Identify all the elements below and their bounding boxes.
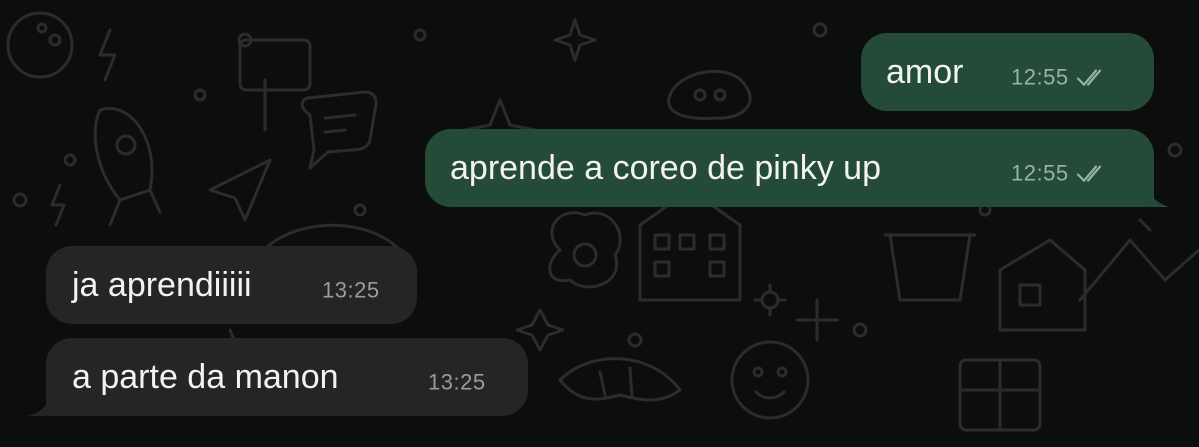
wallpaper-croissant-icon	[558, 357, 682, 402]
wallpaper-pot-icon	[883, 233, 977, 302]
message-bubble-outgoing[interactable]: amor 12:55	[861, 33, 1154, 111]
message-text: ja aprendiiiii	[72, 266, 252, 304]
message-meta: 13:25	[428, 363, 486, 403]
wallpaper-rocket-icon	[93, 107, 162, 227]
message-meta: 12:55	[1011, 58, 1111, 98]
wallpaper-blob-icon	[667, 70, 752, 120]
double-check-icon	[1076, 69, 1101, 86]
wallpaper-box-icon	[238, 38, 312, 132]
message-bubble-incoming[interactable]: a parte da manon 13:25	[46, 338, 528, 416]
message-time: 13:25	[428, 369, 486, 395]
wallpaper-lightning-icon	[50, 28, 117, 227]
wallpaper-face-icon	[730, 340, 810, 420]
message-time: 13:25	[322, 277, 380, 303]
chat-view: amor 12:55 aprende a coreo de pinky up 1…	[0, 0, 1199, 447]
message-text: aprende a coreo de pinky up	[450, 149, 881, 187]
wallpaper-egg-icon	[548, 211, 622, 289]
message-meta: 13:25	[322, 271, 380, 311]
wallpaper-ball-icon	[6, 11, 74, 79]
double-check-icon	[1076, 165, 1101, 182]
bubble-tail-outgoing	[1128, 167, 1170, 207]
wallpaper-plus-icon	[795, 298, 839, 342]
message-time: 12:55	[1011, 64, 1069, 90]
message-text: amor	[886, 53, 964, 91]
message-text: a parte da manon	[72, 358, 339, 396]
wallpaper-cabin-icon	[998, 238, 1087, 332]
message-bubble-outgoing[interactable]: aprende a coreo de pinky up 12:55	[425, 129, 1154, 207]
bubble-tail-incoming	[28, 376, 70, 416]
message-bubble-incoming[interactable]: ja aprendiiiii 13:25	[46, 246, 417, 324]
wallpaper-flower-icon	[753, 283, 787, 317]
wallpaper-mountain-icon	[1078, 218, 1199, 302]
message-meta: 12:55	[1011, 154, 1111, 194]
message-time: 12:55	[1011, 160, 1069, 186]
wallpaper-gift-icon	[958, 358, 1042, 432]
wallpaper-chat-bubble-icon	[300, 90, 378, 170]
